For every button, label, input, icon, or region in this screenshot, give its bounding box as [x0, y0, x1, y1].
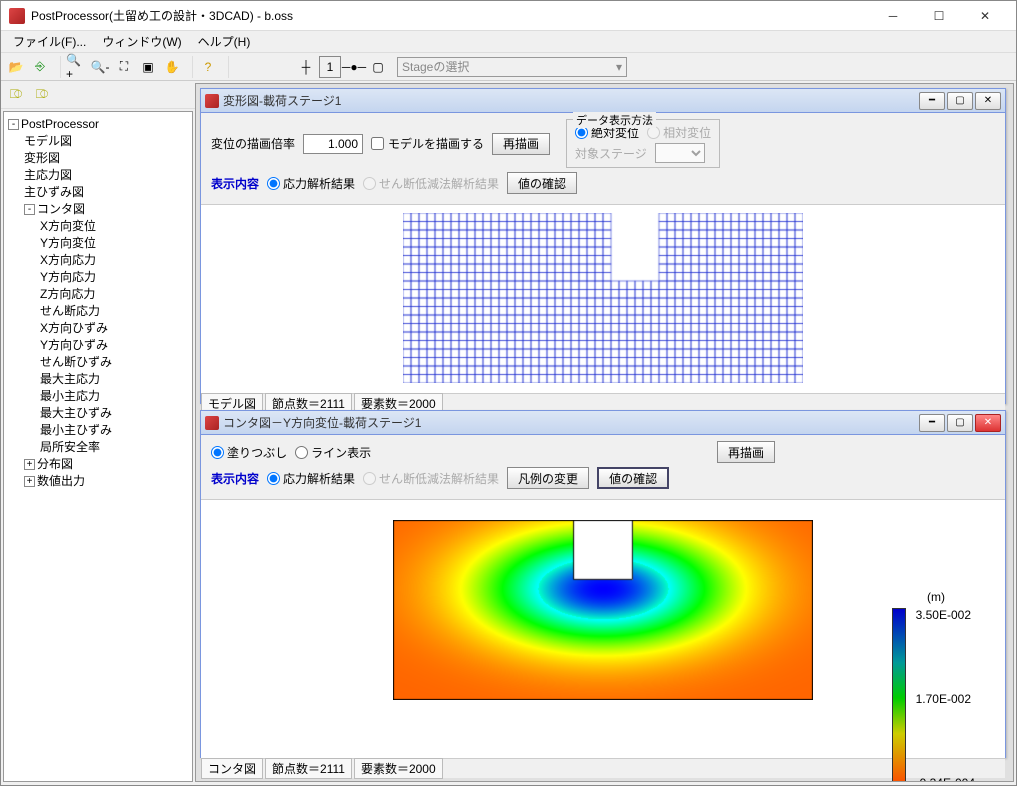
mdi-close-icon[interactable]: ✕	[975, 414, 1001, 432]
mdi-maximize-icon[interactable]: ▢	[947, 92, 973, 110]
tree-root[interactable]: -PostProcessor	[8, 116, 188, 133]
scale-min: -9.34E-004	[916, 776, 975, 782]
redraw-button[interactable]: 再描画	[492, 133, 550, 155]
mesh-canvas	[403, 213, 803, 383]
marker1-icon[interactable]: ┼	[295, 56, 317, 78]
square-icon[interactable]: ▢	[367, 56, 389, 78]
confirm-value-button[interactable]: 値の確認	[507, 172, 577, 194]
menu-help[interactable]: ヘルプ(H)	[190, 31, 259, 52]
tree-icon-2[interactable]: ⎄	[31, 84, 53, 106]
legend-change-button[interactable]: 凡例の変更	[507, 467, 589, 489]
title-bar: PostProcessor(土留め工の設計・3DCAD) - b.oss ─ ☐…	[1, 1, 1016, 31]
tree-stress[interactable]: 主応力図	[8, 167, 188, 184]
deform-window: 変形図-載荷ステージ1 ━ ▢ ✕ 変位の描画倍率 モデルを描画する 再描画 デ…	[200, 88, 1006, 404]
tree-contour-item[interactable]: Y方向変位	[8, 235, 188, 252]
shear-result-radio: せん断低減法解析結果	[363, 175, 499, 192]
stress-result-radio[interactable]: 応力解析結果	[267, 175, 355, 192]
tree-dist[interactable]: +分布図	[8, 456, 188, 473]
contour-status-bar: コンタ図 節点数＝2111 要素数＝2000	[201, 758, 1005, 778]
app-icon	[9, 8, 25, 24]
window-title: PostProcessor(土留め工の設計・3DCAD) - b.oss	[31, 7, 870, 24]
maximize-button[interactable]: ☐	[916, 1, 962, 31]
contour-canvas	[393, 520, 813, 700]
redraw-button-2[interactable]: 再描画	[717, 441, 775, 463]
slider-icon[interactable]: ─●─	[343, 56, 365, 78]
tree-contour-item[interactable]: 最大主ひずみ	[8, 405, 188, 422]
tree-contour-item[interactable]: Z方向応力	[8, 286, 188, 303]
contour-window: コンタ図－Y方向変位-載荷ステージ1 ━ ▢ ✕ 塗りつぶし ライン表示 再描画…	[200, 410, 1006, 758]
menu-file[interactable]: ファイル(F)...	[5, 31, 94, 52]
tree-model[interactable]: モデル図	[8, 133, 188, 150]
confirm-value-button-2[interactable]: 値の確認	[597, 467, 669, 489]
zoom-out-icon[interactable]: 🔍-	[89, 56, 111, 78]
tree-contour-item[interactable]: 最大主応力	[8, 371, 188, 388]
shear-result-radio-2: せん断低減法解析結果	[363, 470, 499, 487]
tree-contour[interactable]: -コンタ図	[8, 201, 188, 218]
tree-numout[interactable]: +数値出力	[8, 473, 188, 490]
line-radio[interactable]: ライン表示	[295, 444, 371, 461]
mdi-minimize-icon[interactable]: ━	[919, 414, 945, 432]
tree-contour-item[interactable]: X方向変位	[8, 218, 188, 235]
menu-window[interactable]: ウィンドウ(W)	[94, 31, 189, 52]
target-stage-select	[655, 143, 705, 163]
status-elems-2: 要素数＝2000	[354, 758, 443, 779]
tree-deform[interactable]: 変形図	[8, 150, 188, 167]
menu-bar: ファイル(F)... ウィンドウ(W) ヘルプ(H)	[1, 31, 1016, 53]
close-button[interactable]: ✕	[962, 1, 1008, 31]
scale-mid: 1.70E-002	[916, 692, 975, 706]
tree-icon-1[interactable]: ⎄	[5, 84, 27, 106]
tree-contour-item[interactable]: X方向ひずみ	[8, 320, 188, 337]
mdi-close-icon[interactable]: ✕	[975, 92, 1001, 110]
tree-contour-item[interactable]: 最小主ひずみ	[8, 422, 188, 439]
contour-window-titlebar[interactable]: コンタ図－Y方向変位-載荷ステージ1 ━ ▢ ✕	[201, 411, 1005, 435]
unit-label: (m)	[927, 590, 945, 604]
tree-contour-item[interactable]: X方向応力	[8, 252, 188, 269]
target-stage-label: 対象ステージ	[575, 145, 647, 162]
tree-panel: -PostProcessor モデル図 変形図 主応力図 主ひずみ図 -コンタ図…	[3, 111, 193, 782]
one-icon[interactable]: 1	[319, 56, 341, 78]
data-display-group-label: データ表示方法	[573, 112, 656, 128]
status-model-2: コンタ図	[201, 758, 263, 779]
help-icon[interactable]: ?	[197, 56, 219, 78]
deform-window-title: 変形図-載荷ステージ1	[223, 92, 917, 109]
mdi-maximize-icon[interactable]: ▢	[947, 414, 973, 432]
window-icon	[205, 94, 219, 108]
display-content-label: 表示内容	[211, 175, 259, 192]
color-scale: 3.50E-002 1.70E-002 -9.34E-004	[892, 608, 975, 782]
color-scale-bar	[892, 608, 906, 782]
display-content-label-2: 表示内容	[211, 470, 259, 487]
scale-input[interactable]	[303, 134, 363, 154]
scale-max: 3.50E-002	[916, 608, 975, 622]
tree-contour-item[interactable]: Y方向ひずみ	[8, 337, 188, 354]
minimize-button[interactable]: ─	[870, 1, 916, 31]
pan-icon[interactable]: ✋	[161, 56, 183, 78]
zoom-in-icon[interactable]: 🔍+	[65, 56, 87, 78]
fit-icon[interactable]: ▣	[137, 56, 159, 78]
contour-window-title: コンタ図－Y方向変位-載荷ステージ1	[223, 414, 917, 431]
sidebar-toolbar: ⎄ ⎄	[1, 81, 195, 109]
draw-model-checkbox[interactable]: モデルを描画する	[371, 135, 484, 152]
rel-disp-radio: 相対変位	[647, 124, 711, 141]
window-icon	[205, 416, 219, 430]
main-toolbar: 📂 ⎆ 🔍+ 🔍- ⛶ ▣ ✋ ? ┼ 1 ─●─ ▢ Stageの選択 ▾	[1, 53, 1016, 81]
tree-contour-item[interactable]: せん断ひずみ	[8, 354, 188, 371]
tree-strain[interactable]: 主ひずみ図	[8, 184, 188, 201]
tree-contour-item[interactable]: 最小主応力	[8, 388, 188, 405]
chevron-down-icon: ▾	[616, 60, 622, 74]
zoom-window-icon[interactable]: ⛶	[113, 56, 135, 78]
stage-select-placeholder: Stageの選択	[402, 58, 469, 75]
open-icon[interactable]: 📂	[5, 56, 27, 78]
fill-radio[interactable]: 塗りつぶし	[211, 444, 287, 461]
mdi-minimize-icon[interactable]: ━	[919, 92, 945, 110]
deform-window-titlebar[interactable]: 変形図-載荷ステージ1 ━ ▢ ✕	[201, 89, 1005, 113]
mdi-workspace: 変形図-載荷ステージ1 ━ ▢ ✕ 変位の描画倍率 モデルを描画する 再描画 デ…	[195, 83, 1014, 782]
tree-contour-item[interactable]: せん断応力	[8, 303, 188, 320]
tree-contour-item[interactable]: 局所安全率	[8, 439, 188, 456]
status-nodes-2: 節点数＝2111	[265, 758, 352, 779]
exit-icon[interactable]: ⎆	[29, 56, 51, 78]
stage-select[interactable]: Stageの選択 ▾	[397, 57, 627, 77]
stress-result-radio-2[interactable]: 応力解析結果	[267, 470, 355, 487]
scale-label: 変位の描画倍率	[211, 135, 295, 152]
tree-contour-item[interactable]: Y方向応力	[8, 269, 188, 286]
